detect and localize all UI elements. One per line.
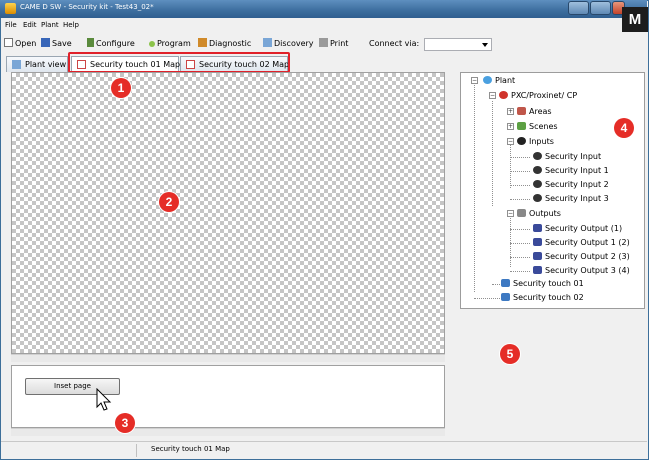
page-panel bbox=[11, 365, 445, 428]
tree-node-outputs[interactable]: Outputs bbox=[517, 208, 561, 219]
tree-expand-toggle[interactable]: + bbox=[507, 123, 514, 130]
tree-node-areas[interactable]: Areas bbox=[517, 106, 552, 117]
mouse-cursor-icon bbox=[96, 388, 112, 411]
print-button[interactable]: Print bbox=[319, 38, 348, 50]
maximize-button[interactable] bbox=[590, 1, 611, 15]
tree-branch bbox=[474, 298, 500, 299]
touch-panel-icon bbox=[501, 293, 510, 301]
tree-expand-toggle[interactable]: + bbox=[507, 108, 514, 115]
tree-branch bbox=[510, 185, 530, 186]
output-device-icon bbox=[533, 266, 542, 274]
map-horizontal-scrollbar[interactable] bbox=[11, 354, 445, 362]
cp-icon bbox=[499, 91, 508, 99]
tab-plant-view[interactable]: Plant view bbox=[6, 56, 68, 72]
sensor-icon bbox=[533, 194, 542, 202]
plant-icon bbox=[12, 60, 21, 69]
menu-plant[interactable]: Plant bbox=[41, 21, 59, 29]
tree-guide bbox=[510, 141, 511, 188]
scenes-icon bbox=[517, 122, 526, 130]
tree-node-security-touch-01[interactable]: Security touch 01 bbox=[501, 278, 584, 289]
tree-node-input[interactable]: Security Input 3 bbox=[533, 193, 609, 204]
plant-icon bbox=[483, 76, 492, 84]
open-icon bbox=[4, 38, 13, 47]
tree-node-output[interactable]: Security Output 3 (4) bbox=[533, 265, 630, 276]
tabs-highlight-box bbox=[68, 52, 290, 73]
areas-icon bbox=[517, 107, 526, 115]
configure-button[interactable]: Configure bbox=[87, 38, 135, 50]
output-device-icon bbox=[533, 238, 542, 246]
tree-guide bbox=[474, 83, 475, 292]
diagnostic-icon bbox=[198, 38, 207, 47]
tree-node-input[interactable]: Security Input bbox=[533, 151, 601, 162]
diagnostic-button[interactable]: Diagnostic bbox=[198, 38, 251, 50]
minimize-button[interactable] bbox=[568, 1, 589, 15]
output-device-icon bbox=[533, 252, 542, 260]
print-icon bbox=[319, 38, 328, 47]
tree-node-cp[interactable]: PXC/Proxinet/ CP bbox=[499, 90, 577, 101]
tree-branch bbox=[510, 257, 530, 258]
status-separator bbox=[136, 444, 137, 457]
tree-branch bbox=[510, 271, 530, 272]
tree-node-input[interactable]: Security Input 2 bbox=[533, 179, 609, 190]
callout-5: 5 bbox=[500, 344, 520, 364]
corner-badge: M bbox=[622, 7, 648, 32]
left-gutter bbox=[2, 72, 10, 362]
tree-node-security-touch-02[interactable]: Security touch 02 bbox=[501, 292, 584, 303]
sensor-icon bbox=[533, 152, 542, 160]
tree-node-output[interactable]: Security Output 2 (3) bbox=[533, 251, 630, 262]
sensor-icon bbox=[533, 180, 542, 188]
connect-via-dropdown[interactable] bbox=[424, 38, 492, 51]
tree-branch bbox=[510, 171, 530, 172]
sensor-icon bbox=[533, 166, 542, 174]
save-icon bbox=[41, 38, 50, 47]
inputs-icon bbox=[517, 137, 526, 145]
menu-help[interactable]: Help bbox=[63, 21, 79, 29]
touch-panel-icon bbox=[501, 279, 510, 287]
page-panel-scrollbar[interactable] bbox=[11, 428, 445, 436]
tree-branch bbox=[510, 229, 530, 230]
toolbar: Open Save Configure Program Diagnostic D… bbox=[1, 34, 647, 53]
tree-branch bbox=[510, 157, 530, 158]
plant-tree: − Plant − PXC/Proxinet/ CP + Areas + Sce… bbox=[460, 72, 645, 309]
tree-guide bbox=[510, 215, 511, 267]
menu-bar: File Edit Plant Help bbox=[1, 20, 621, 32]
callout-1: 1 bbox=[111, 78, 131, 98]
title-bar: CAME D SW - Security kit - Test43_02* bbox=[0, 0, 647, 18]
output-device-icon bbox=[533, 224, 542, 232]
tree-node-scenes[interactable]: Scenes bbox=[517, 121, 558, 132]
tree-collapse-toggle[interactable]: − bbox=[471, 77, 478, 84]
window-title: CAME D SW - Security kit - Test43_02* bbox=[20, 3, 154, 11]
tree-node-inputs[interactable]: Inputs bbox=[517, 136, 554, 147]
tree-node-output[interactable]: Security Output (1) bbox=[533, 223, 622, 234]
tree-branch bbox=[510, 199, 530, 200]
app-icon bbox=[5, 3, 16, 14]
connect-via-label: Connect via: bbox=[369, 39, 420, 48]
status-text: Security touch 01 Map bbox=[151, 445, 230, 453]
tree-node-output[interactable]: Security Output 1 (2) bbox=[533, 237, 630, 248]
discovery-button[interactable]: Discovery bbox=[263, 38, 314, 50]
status-bar: Security touch 01 Map bbox=[1, 441, 647, 458]
tree-collapse-toggle[interactable]: − bbox=[507, 210, 514, 217]
discovery-icon bbox=[263, 38, 272, 47]
program-icon bbox=[149, 41, 155, 47]
menu-file[interactable]: File bbox=[5, 21, 17, 29]
tree-node-input[interactable]: Security Input 1 bbox=[533, 165, 609, 176]
callout-2: 2 bbox=[159, 192, 179, 212]
tree-collapse-toggle[interactable]: − bbox=[507, 138, 514, 145]
tree-guide bbox=[492, 101, 493, 206]
callout-4: 4 bbox=[614, 118, 634, 138]
tree-branch bbox=[492, 284, 500, 285]
menu-edit[interactable]: Edit bbox=[23, 21, 37, 29]
save-button[interactable]: Save bbox=[41, 38, 72, 50]
program-button[interactable]: Program bbox=[149, 38, 191, 50]
tree-branch bbox=[510, 243, 530, 244]
callout-3: 3 bbox=[115, 413, 135, 433]
chevron-down-icon bbox=[482, 43, 488, 47]
open-button[interactable]: Open bbox=[4, 38, 36, 50]
tree-node-plant[interactable]: Plant bbox=[483, 75, 515, 86]
outputs-icon bbox=[517, 209, 526, 217]
map-canvas[interactable] bbox=[11, 72, 445, 354]
tree-collapse-toggle[interactable]: − bbox=[489, 92, 496, 99]
configure-icon bbox=[87, 38, 94, 47]
